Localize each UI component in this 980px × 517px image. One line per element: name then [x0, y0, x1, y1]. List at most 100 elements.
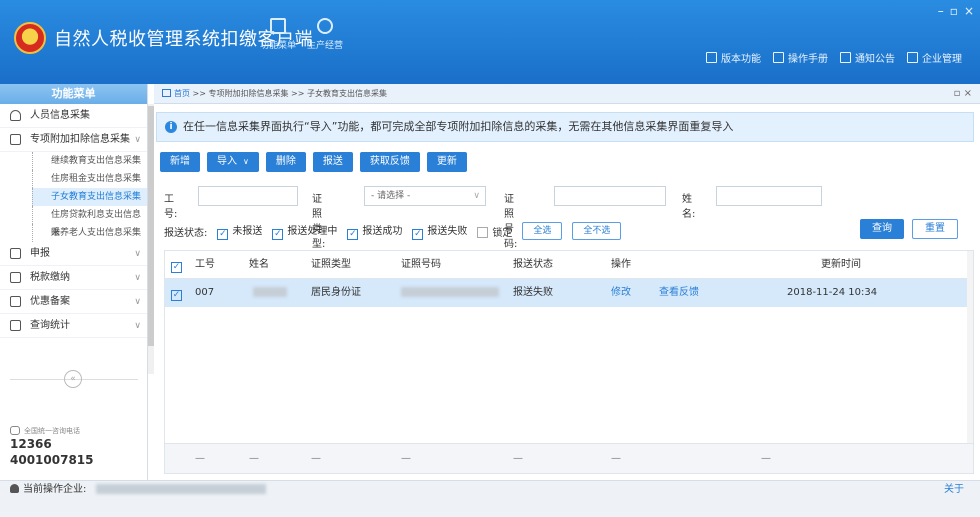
sidebar-item-personnel-info[interactable]: 人员信息采集: [0, 104, 147, 128]
sidebar-item-preferential-filing[interactable]: 优惠备案 ∨: [0, 290, 147, 314]
sidebar-item-query-stats[interactable]: 查询统计 ∨: [0, 314, 147, 338]
id-no-input[interactable]: [554, 186, 666, 206]
grid-icon: [10, 272, 21, 283]
sidebar-item-label: 查询统计: [30, 320, 70, 331]
reset-button[interactable]: 重置: [912, 219, 958, 239]
import-button[interactable]: 导入 ∨: [207, 152, 259, 172]
function-menu-button[interactable]: 功能菜单: [258, 18, 298, 51]
close-button[interactable]: ×: [964, 4, 974, 18]
breadcrumb-item: 子女教育支出信息采集: [307, 89, 387, 98]
edit-link[interactable]: 修改: [611, 279, 631, 307]
sidebar-item-special-deduction[interactable]: 专项附加扣除信息采集 ∨: [0, 128, 147, 152]
data-table: ✓ 工号 姓名 证照类型 证照号码 报送状态 操作 更新时间 ✓ 007 居民身…: [164, 250, 974, 474]
person-icon: [10, 110, 21, 121]
footer-cell: —: [611, 453, 621, 464]
phone-icon: [10, 426, 20, 435]
status-failed-checkbox[interactable]: ✓ 报送失败: [412, 222, 467, 240]
maximize-button[interactable]: ▫: [950, 4, 958, 18]
sidebar-subitem-continuing-education[interactable]: 继续教育支出信息采集: [32, 152, 147, 170]
status-processing-checkbox[interactable]: ✓ 报送处理中: [272, 222, 337, 240]
job-no-input[interactable]: [198, 186, 298, 206]
sidebar-subitem-housing-rent[interactable]: 住房租金支出信息采集: [32, 170, 147, 188]
checkbox-icon: ✓: [217, 229, 229, 240]
update-button[interactable]: 更新: [426, 152, 467, 172]
redacted-enterprise-name: [95, 484, 266, 494]
name-label: 姓名:: [682, 194, 696, 220]
hotline-label: 全国统一咨询电话: [24, 427, 80, 435]
minimize-button[interactable]: –: [938, 4, 944, 18]
column-header: 证照类型: [311, 259, 351, 270]
import-label: 导入: [217, 156, 237, 167]
function-menu-label: 功能菜单: [259, 41, 296, 51]
coins-icon: [317, 18, 333, 34]
user-manual-link[interactable]: 操作手册: [773, 50, 828, 65]
id-type-select[interactable]: - 请选择 - ∨: [364, 186, 486, 206]
version-features-link[interactable]: 版本功能: [706, 50, 761, 65]
status-checkbox-group: 报送状态: ✓ 未报送 ✓ 报送处理中 ✓ 报送成功 ✓ 报送失败 锁定 全选 全不选: [164, 222, 622, 240]
about-link[interactable]: 关于: [944, 481, 964, 499]
table-row[interactable]: ✓ 007 居民身份证 报送失败 修改 查看反馈 2018-11-24 10:3…: [165, 279, 973, 307]
select-none-button[interactable]: 全不选: [572, 222, 622, 240]
breadcrumb-home[interactable]: 首页: [174, 89, 190, 98]
view-feedback-link[interactable]: 查看反馈: [659, 279, 699, 307]
sidebar-item-declare[interactable]: 申报 ∨: [0, 242, 147, 266]
notice-label: 通知公告: [855, 54, 895, 65]
sidebar-item-label: 人员信息采集: [30, 110, 90, 121]
checkbox-icon: ✓: [412, 229, 424, 240]
home-icon: [162, 89, 171, 97]
checkbox-label: 未报送: [232, 226, 263, 237]
grid-icon: [10, 320, 21, 331]
hotline-number: 12366: [10, 437, 52, 451]
production-operation-button[interactable]: 生产经营: [305, 18, 345, 51]
notice-link[interactable]: 通知公告: [840, 50, 895, 65]
cell-id-type: 居民身份证: [311, 287, 361, 298]
row-checkbox[interactable]: ✓: [171, 279, 186, 307]
sidebar-subitem-children-education[interactable]: 子女教育支出信息采集: [32, 188, 147, 206]
scrollbar-thumb[interactable]: [148, 106, 154, 346]
window-controls: – ▫ ×: [938, 4, 974, 18]
sidebar-scrollbar[interactable]: [148, 104, 154, 374]
sidebar-item-label: 专项附加扣除信息采集: [30, 134, 130, 145]
checkbox-icon: ✓: [171, 262, 182, 273]
table-scrollbar[interactable]: [967, 251, 973, 443]
status-success-checkbox[interactable]: ✓ 报送成功: [347, 222, 402, 240]
name-input[interactable]: [716, 186, 822, 206]
submit-button[interactable]: 报送: [312, 152, 353, 172]
collapse-sidebar-button[interactable]: «: [64, 370, 82, 388]
table-footer: — — — — — — —: [165, 443, 973, 473]
action-toolbar: 新增 导入 ∨ 删除 报送 获取反馈 更新: [160, 152, 467, 172]
select-all-row-checkbox[interactable]: ✓: [171, 251, 186, 279]
status-locked-checkbox[interactable]: 锁定: [477, 224, 512, 239]
delete-button[interactable]: 删除: [265, 152, 306, 172]
chevron-down-icon: ∨: [134, 321, 141, 331]
job-no-label: 工号:: [164, 194, 178, 220]
get-feedback-button[interactable]: 获取反馈: [359, 152, 420, 172]
chevron-down-icon: ∨: [134, 297, 141, 307]
select-all-button[interactable]: 全选: [522, 222, 563, 240]
hotline-number: 4001007815: [10, 453, 94, 467]
footer-cell: —: [311, 453, 321, 464]
breadcrumb-separator: >>: [192, 89, 206, 98]
sidebar-item-tax-payment[interactable]: 税款缴纳 ∨: [0, 266, 147, 290]
sidebar: 功能菜单 人员信息采集 专项附加扣除信息采集 ∨ 继续教育支出信息采集 住房租金…: [0, 84, 148, 480]
banner-text: 在任一信息采集界面执行“导入”功能，都可完成全部专项附加扣除信息的采集，无需在其…: [183, 120, 734, 133]
status-label: 报送状态:: [164, 227, 208, 239]
column-header: 更新时间: [821, 259, 861, 270]
chevron-down-icon: ∨: [134, 249, 141, 259]
status-bar: 当前操作企业: 关于: [0, 480, 980, 517]
enterprise-management-link[interactable]: 企业管理: [907, 50, 962, 65]
sidebar-item-label: 税款缴纳: [30, 272, 70, 283]
sidebar-subitem-housing-loan[interactable]: 住房贷款利息支出信息采: [32, 206, 147, 238]
checkbox-label: 锁定: [492, 227, 513, 239]
add-button[interactable]: 新增: [160, 152, 200, 172]
tab-controls[interactable]: ▫ ×: [954, 84, 972, 104]
sidebar-item-label: 优惠备案: [30, 296, 70, 307]
sidebar-subitem-elderly-support[interactable]: 赡养老人支出信息采集: [32, 224, 147, 242]
checkbox-icon: ✓: [171, 290, 182, 301]
doc-icon: [706, 52, 717, 63]
breadcrumb-item: 专项附加扣除信息采集: [208, 89, 289, 98]
status-unsubmitted-checkbox[interactable]: ✓ 未报送: [217, 222, 262, 240]
filter-row-2: 报送状态: ✓ 未报送 ✓ 报送处理中 ✓ 报送成功 ✓ 报送失败 锁定 全选 全不选 …: [164, 219, 970, 241]
query-button[interactable]: 查询: [860, 219, 904, 239]
column-header: 证照号码: [401, 259, 441, 270]
